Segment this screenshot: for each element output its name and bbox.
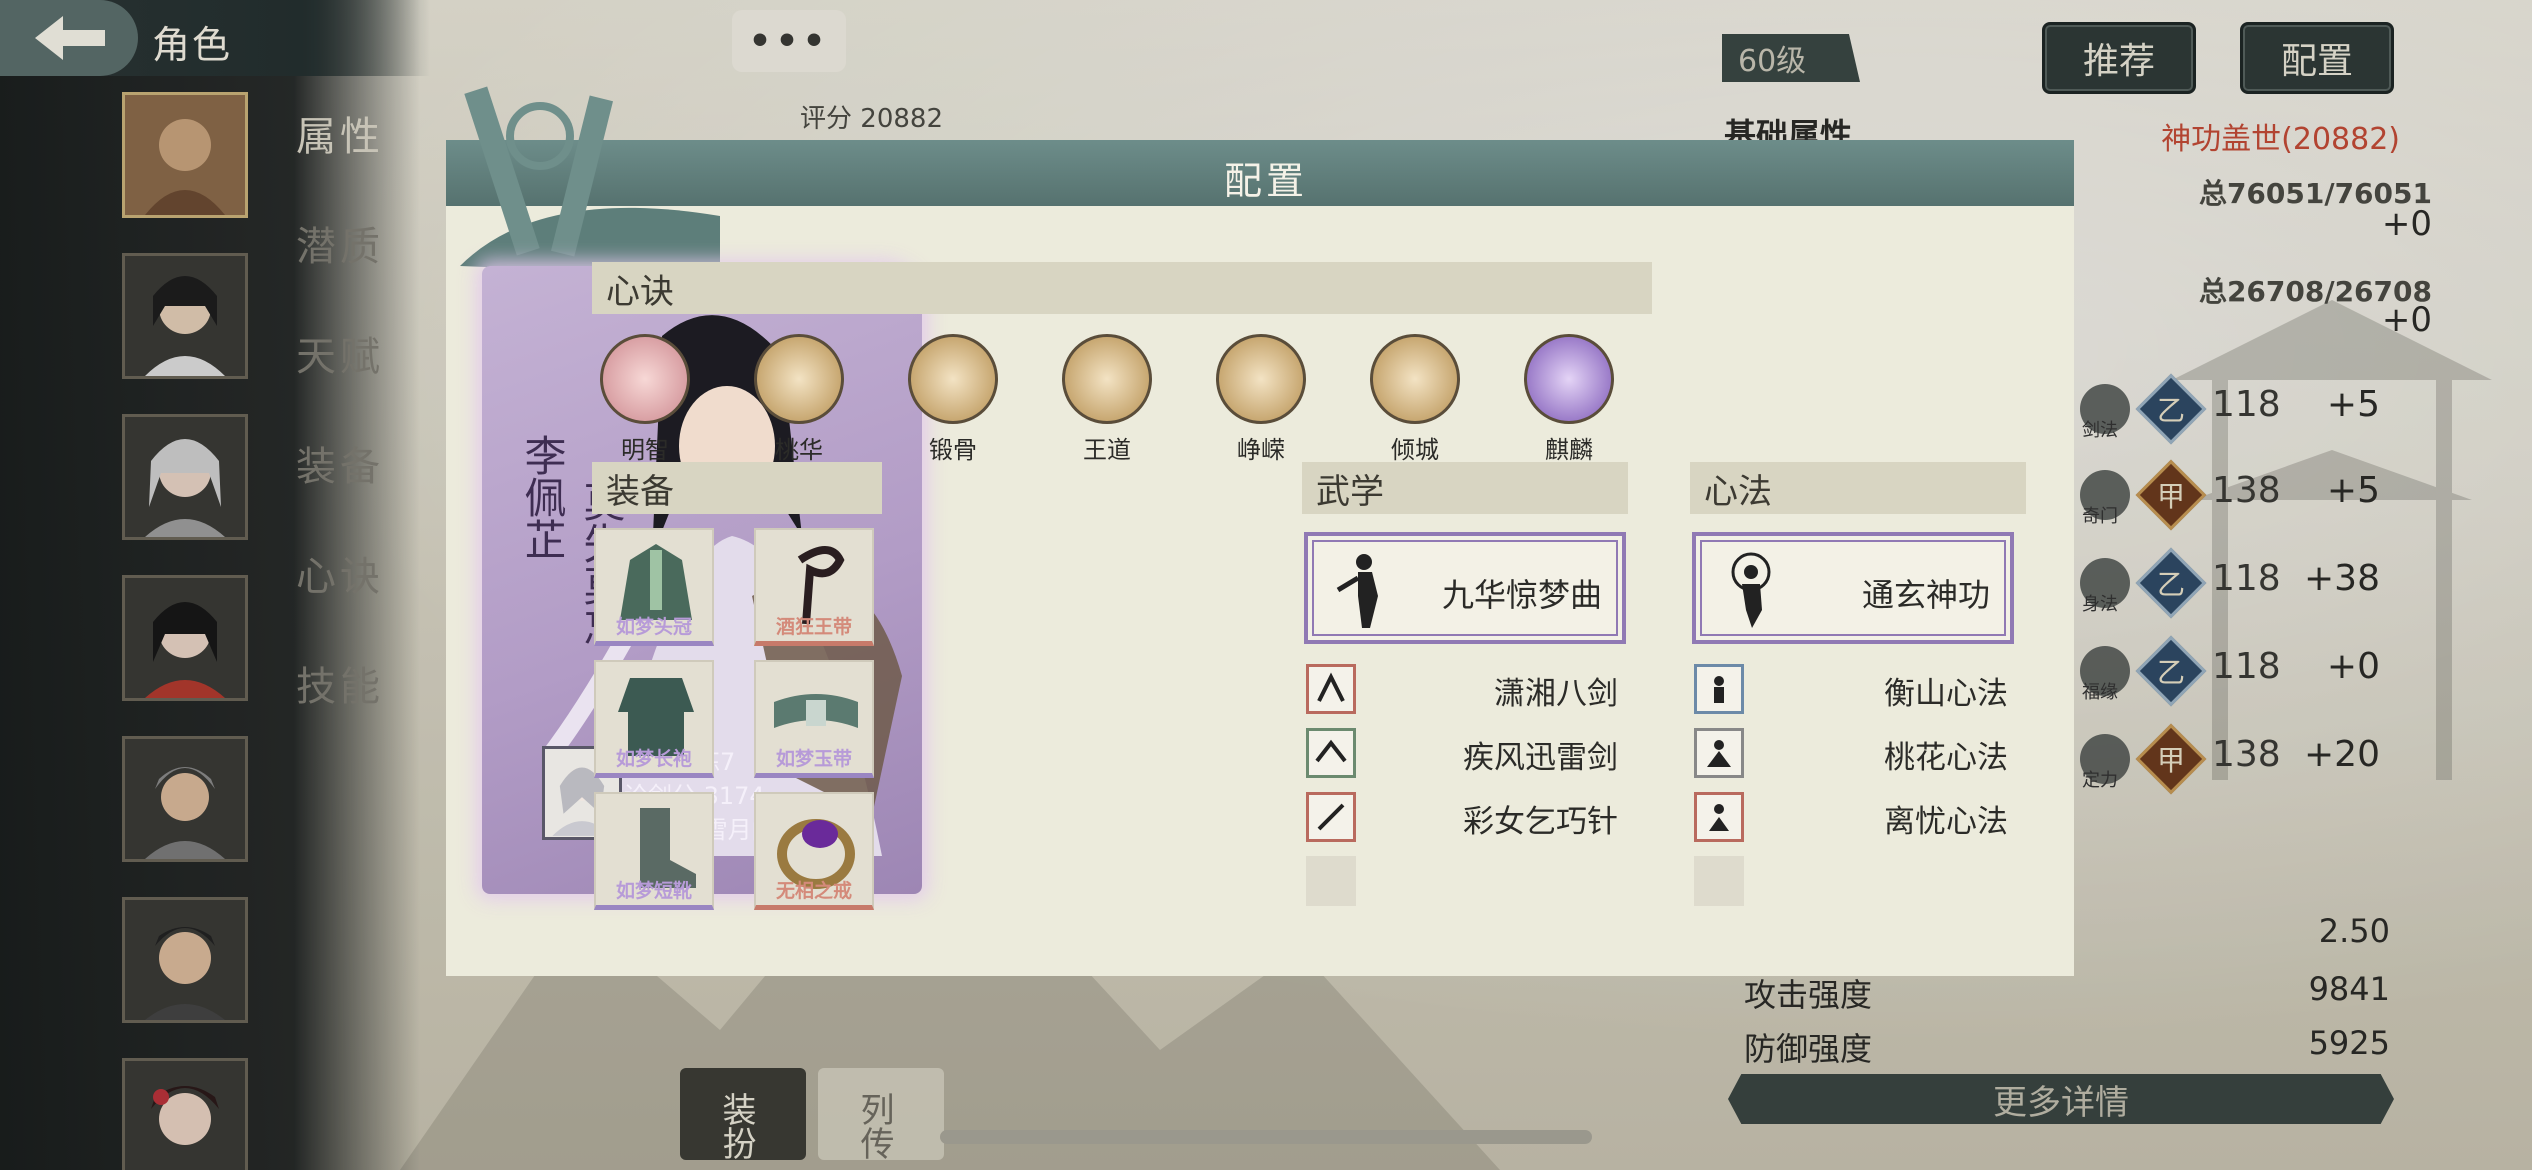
xinjue-item[interactable]: 明智	[600, 334, 690, 465]
equipment-name: 如梦头冠	[615, 616, 692, 638]
equipment-slot-boots[interactable]: 如梦短靴	[594, 792, 714, 910]
xinjue-item[interactable]: 王道	[1062, 334, 1152, 465]
skill-name: 离忧心法	[1884, 804, 2008, 840]
empty-skill-slot[interactable]	[1694, 856, 1744, 906]
peach-blossom-icon	[1694, 728, 1744, 778]
xinjue-item[interactable]: 麒麟	[1524, 334, 1614, 465]
xinjue-item[interactable]: 倾城	[1370, 334, 1460, 465]
xinjue-beast-icon	[1216, 334, 1306, 424]
xinjue-beauty-icon	[1370, 334, 1460, 424]
xinjue-peach-icon	[754, 334, 844, 424]
xinfa-main-skill[interactable]: 通玄神功	[1692, 532, 2014, 644]
equipment-name: 无相之戒	[775, 880, 852, 902]
xinfa-main-name: 通玄神功	[1861, 576, 1990, 614]
dancer-icon	[1336, 554, 1378, 628]
config-modal: 配置 李佩芷 莫失莫忘 拳击教练7 论剑分 3174 帮 会 雪月阁(雪) 心诀…	[446, 86, 2074, 976]
equipment-header: 装备	[592, 462, 882, 514]
equipment-name: 如梦短靴	[615, 880, 692, 902]
hengshan-icon	[1694, 664, 1744, 714]
wuxue-main-skill[interactable]: 九华惊梦曲	[1304, 532, 1626, 644]
equipment-name: 如梦玉带	[775, 748, 852, 770]
equipment-name: 酒狂王带	[775, 616, 852, 638]
equipment-slot-robe[interactable]: 如梦长袍	[594, 660, 714, 778]
xinfa-skill[interactable]: 离忧心法	[1694, 792, 2008, 842]
xinfa-header: 心法	[1690, 462, 2026, 514]
wuxue-skill[interactable]: 彩女乞巧针	[1306, 792, 1618, 842]
xinjue-qilin-icon	[1524, 334, 1614, 424]
wuxue-main-name: 九华惊梦曲	[1441, 576, 1602, 614]
equipment-slot-belt[interactable]: 如梦玉带	[754, 660, 874, 778]
wuxue-header: 武学	[1302, 462, 1628, 514]
skill-name: 疾风迅雷剑	[1463, 740, 1618, 776]
xinjue-bone-icon	[908, 334, 998, 424]
xinjue-label: 峥嵘	[1237, 436, 1285, 464]
equipment-slot-ring[interactable]: 无相之戒	[754, 792, 874, 910]
xinjue-item[interactable]: 锻骨	[908, 334, 998, 465]
skill-name: 桃花心法	[1884, 740, 2008, 776]
xinjue-label: 桃华	[775, 436, 823, 464]
xinjue-label: 王道	[1083, 436, 1131, 464]
xinfa-skill[interactable]: 衡山心法	[1694, 664, 2008, 714]
xinjue-label: 倾城	[1391, 436, 1439, 464]
xinjue-header: 心诀	[592, 262, 1652, 314]
equipment-slot-weapon[interactable]: 酒狂王带	[754, 528, 874, 646]
xinjue-label: 明智	[621, 436, 669, 464]
xinjue-dragon-icon	[1062, 334, 1152, 424]
xinjue-label: 麒麟	[1545, 436, 1593, 464]
wind-sword-icon	[1306, 728, 1356, 778]
xinjue-label: 锻骨	[929, 436, 977, 464]
xinjue-item[interactable]: 峥嵘	[1216, 334, 1306, 465]
xinfa-skill[interactable]: 桃花心法	[1694, 728, 2008, 778]
wuxue-skill[interactable]: 疾风迅雷剑	[1306, 728, 1618, 778]
skill-name: 衡山心法	[1884, 676, 2008, 712]
meditation-icon	[1731, 552, 1771, 628]
empty-skill-slot[interactable]	[1306, 856, 1356, 906]
skill-name: 彩女乞巧针	[1463, 804, 1618, 840]
needle-icon	[1306, 792, 1356, 842]
sword-dance-icon	[1306, 664, 1356, 714]
liyou-icon	[1694, 792, 1744, 842]
xinjue-item[interactable]: 桃华	[754, 334, 844, 465]
equipment-name: 如梦长袍	[615, 748, 692, 770]
skill-name: 潇湘八剑	[1494, 676, 1618, 712]
xinjue-wisdom-icon	[600, 334, 690, 424]
equipment-slot-head[interactable]: 如梦头冠	[594, 528, 714, 646]
sword-ornament-icon	[460, 86, 720, 276]
character-name: 李佩芷	[518, 434, 567, 560]
wuxue-skill[interactable]: 潇湘八剑	[1306, 664, 1618, 714]
